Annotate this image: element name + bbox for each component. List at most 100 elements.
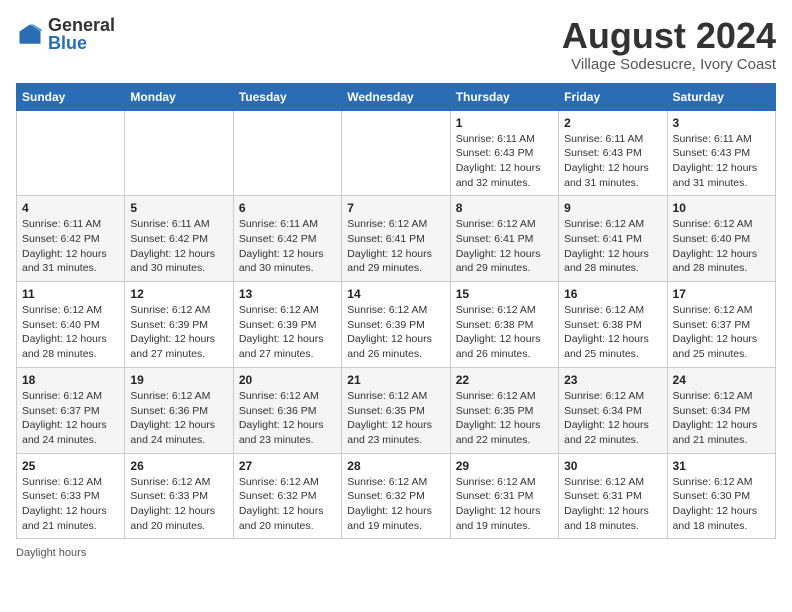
calendar-cell: 8 Sunrise: 6:12 AM Sunset: 6:41 PM Daylig… [450,196,558,282]
calendar-cell: 13 Sunrise: 6:12 AM Sunset: 6:39 PM Dayli… [233,282,341,368]
day-number: 19 [130,373,227,387]
daylight-label: Daylight hours [16,547,86,559]
day-info: Sunrise: 6:12 AM Sunset: 6:37 PM Dayligh… [673,303,770,362]
day-info: Sunrise: 6:12 AM Sunset: 6:39 PM Dayligh… [130,303,227,362]
week-row-3: 11 Sunrise: 6:12 AM Sunset: 6:40 PM Dayli… [17,282,776,368]
calendar-cell: 31 Sunrise: 6:12 AM Sunset: 6:30 PM Dayli… [667,453,775,539]
calendar-cell: 29 Sunrise: 6:12 AM Sunset: 6:31 PM Dayli… [450,453,558,539]
footer: Daylight hours [16,547,776,559]
logo-general-text: General [48,16,115,34]
day-info: Sunrise: 6:12 AM Sunset: 6:40 PM Dayligh… [673,217,770,276]
day-number: 11 [22,287,119,301]
day-info: Sunrise: 6:12 AM Sunset: 6:32 PM Dayligh… [239,475,336,534]
day-number: 31 [673,459,770,473]
logo: General Blue [16,16,115,54]
day-info: Sunrise: 6:12 AM Sunset: 6:35 PM Dayligh… [456,389,553,448]
day-info: Sunrise: 6:12 AM Sunset: 6:40 PM Dayligh… [22,303,119,362]
calendar-cell [342,110,450,196]
day-number: 6 [239,201,336,215]
calendar-cell: 18 Sunrise: 6:12 AM Sunset: 6:37 PM Dayli… [17,367,125,453]
day-info: Sunrise: 6:12 AM Sunset: 6:38 PM Dayligh… [564,303,661,362]
day-number: 1 [456,116,553,130]
weekday-header-row: SundayMondayTuesdayWednesdayThursdayFrid… [17,83,776,110]
calendar-cell: 24 Sunrise: 6:12 AM Sunset: 6:34 PM Dayli… [667,367,775,453]
day-number: 9 [564,201,661,215]
calendar-cell [125,110,233,196]
day-number: 14 [347,287,444,301]
weekday-header-monday: Monday [125,83,233,110]
calendar-cell [233,110,341,196]
day-number: 15 [456,287,553,301]
calendar-cell: 27 Sunrise: 6:12 AM Sunset: 6:32 PM Dayli… [233,453,341,539]
day-info: Sunrise: 6:12 AM Sunset: 6:39 PM Dayligh… [347,303,444,362]
day-number: 10 [673,201,770,215]
day-info: Sunrise: 6:12 AM Sunset: 6:38 PM Dayligh… [456,303,553,362]
day-info: Sunrise: 6:12 AM Sunset: 6:31 PM Dayligh… [564,475,661,534]
calendar-cell [17,110,125,196]
day-info: Sunrise: 6:12 AM Sunset: 6:36 PM Dayligh… [239,389,336,448]
day-info: Sunrise: 6:12 AM Sunset: 6:41 PM Dayligh… [564,217,661,276]
page-header: General Blue August 2024 Village Sodesuc… [16,16,776,73]
main-title: August 2024 [562,16,776,56]
day-number: 23 [564,373,661,387]
logo-icon [16,21,44,49]
day-info: Sunrise: 6:12 AM Sunset: 6:34 PM Dayligh… [673,389,770,448]
calendar-cell: 7Sunrise: 6:12 AM Sunset: 6:41 PM Daylig… [342,196,450,282]
calendar-cell: 22Sunrise: 6:12 AM Sunset: 6:35 PM Dayli… [450,367,558,453]
day-number: 4 [22,201,119,215]
title-block: August 2024 Village Sodesucre, Ivory Coa… [562,16,776,73]
day-number: 26 [130,459,227,473]
day-info: Sunrise: 6:12 AM Sunset: 6:41 PM Dayligh… [456,217,553,276]
day-info: Sunrise: 6:11 AM Sunset: 6:43 PM Dayligh… [673,132,770,191]
calendar-cell: 19 Sunrise: 6:12 AM Sunset: 6:36 PM Dayli… [125,367,233,453]
day-number: 29 [456,459,553,473]
day-info: Sunrise: 6:12 AM Sunset: 6:39 PM Dayligh… [239,303,336,362]
day-number: 27 [239,459,336,473]
day-info: Sunrise: 6:12 AM Sunset: 6:36 PM Dayligh… [130,389,227,448]
day-info: Sunrise: 6:11 AM Sunset: 6:43 PM Dayligh… [564,132,661,191]
calendar-cell: 6 Sunrise: 6:11 AM Sunset: 6:42 PM Daylig… [233,196,341,282]
weekday-header-tuesday: Tuesday [233,83,341,110]
day-number: 18 [22,373,119,387]
day-number: 3 [673,116,770,130]
calendar-cell: 10 Sunrise: 6:12 AM Sunset: 6:40 PM Dayli… [667,196,775,282]
day-number: 21 [347,373,444,387]
day-info: Sunrise: 6:12 AM Sunset: 6:34 PM Dayligh… [564,389,661,448]
day-info: Sunrise: 6:12 AM Sunset: 6:37 PM Dayligh… [22,389,119,448]
day-info: Sunrise: 6:11 AM Sunset: 6:42 PM Dayligh… [239,217,336,276]
day-number: 20 [239,373,336,387]
weekday-header-wednesday: Wednesday [342,83,450,110]
calendar-cell: 9 Sunrise: 6:12 AM Sunset: 6:41 PM Daylig… [559,196,667,282]
calendar-cell: 28 Sunrise: 6:12 AM Sunset: 6:32 PM Dayli… [342,453,450,539]
day-info: Sunrise: 6:12 AM Sunset: 6:33 PM Dayligh… [22,475,119,534]
logo-blue-text: Blue [48,33,87,53]
day-number: 7 [347,201,444,215]
day-number: 16 [564,287,661,301]
week-row-2: 4 Sunrise: 6:11 AM Sunset: 6:42 PM Daylig… [17,196,776,282]
calendar-cell: 14 Sunrise: 6:12 AM Sunset: 6:39 PM Dayli… [342,282,450,368]
day-number: 17 [673,287,770,301]
day-info: Sunrise: 6:12 AM Sunset: 6:31 PM Dayligh… [456,475,553,534]
calendar-cell: 3 Sunrise: 6:11 AM Sunset: 6:43 PM Daylig… [667,110,775,196]
day-info: Sunrise: 6:12 AM Sunset: 6:33 PM Dayligh… [130,475,227,534]
day-number: 2 [564,116,661,130]
day-info: Sunrise: 6:11 AM Sunset: 6:42 PM Dayligh… [22,217,119,276]
subtitle: Village Sodesucre, Ivory Coast [562,56,776,73]
day-number: 24 [673,373,770,387]
calendar-cell: 20 Sunrise: 6:12 AM Sunset: 6:36 PM Dayli… [233,367,341,453]
calendar-cell: 17 Sunrise: 6:12 AM Sunset: 6:37 PM Dayli… [667,282,775,368]
day-number: 8 [456,201,553,215]
calendar-cell: 26 Sunrise: 6:12 AM Sunset: 6:33 PM Dayli… [125,453,233,539]
day-number: 13 [239,287,336,301]
day-info: Sunrise: 6:12 AM Sunset: 6:32 PM Dayligh… [347,475,444,534]
calendar-table: SundayMondayTuesdayWednesdayThursdayFrid… [16,83,776,540]
day-number: 28 [347,459,444,473]
day-info: Sunrise: 6:12 AM Sunset: 6:30 PM Dayligh… [673,475,770,534]
day-number: 12 [130,287,227,301]
calendar-cell: 16 Sunrise: 6:12 AM Sunset: 6:38 PM Dayli… [559,282,667,368]
day-number: 25 [22,459,119,473]
weekday-header-friday: Friday [559,83,667,110]
calendar-cell: 5Sunrise: 6:11 AM Sunset: 6:42 PM Daylig… [125,196,233,282]
week-row-5: 25 Sunrise: 6:12 AM Sunset: 6:33 PM Dayli… [17,453,776,539]
week-row-4: 18 Sunrise: 6:12 AM Sunset: 6:37 PM Dayli… [17,367,776,453]
